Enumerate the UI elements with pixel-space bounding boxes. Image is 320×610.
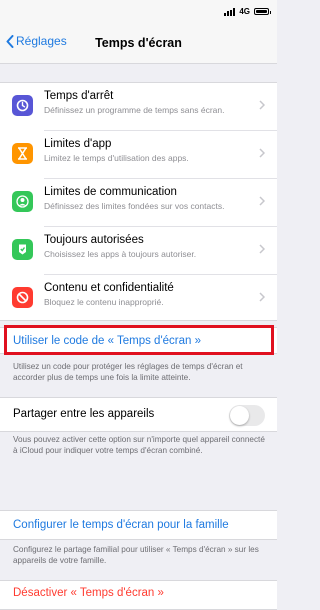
- row-subtitle: Définissez un programme de temps sans éc…: [44, 105, 225, 115]
- settings-list: Temps d'arrêt Définissez un programme de…: [0, 82, 277, 321]
- row-subtitle: Bloquez le contenu inapproprié.: [44, 297, 164, 307]
- passcode-footer: Utilisez un code pour protéger les régla…: [13, 362, 243, 382]
- contact-icon: [12, 191, 33, 212]
- row-title: Toujours autorisées: [44, 234, 144, 246]
- row-title: Limites d'app: [44, 138, 112, 150]
- row-subtitle: Limitez le temps d'utilisation des apps.: [44, 153, 189, 163]
- row-title: Contenu et confidentialité: [44, 282, 174, 294]
- downtime-icon: [12, 95, 33, 116]
- family-row[interactable]: Configurer le temps d'écran pour la fami…: [0, 510, 277, 540]
- settings-row-downtime[interactable]: Temps d'arrêt Définissez un programme de…: [0, 83, 277, 130]
- chevron-right-icon: [259, 292, 265, 302]
- row-subtitle: Choisissez les apps à toujours autoriser…: [44, 249, 197, 259]
- family-footer: Configurez le partage familial pour util…: [13, 545, 259, 565]
- disable-screen-time-button[interactable]: Désactiver « Temps d'écran »: [13, 587, 164, 599]
- status-indicators: 4G: [224, 7, 271, 16]
- share-devices-toggle[interactable]: [229, 405, 265, 426]
- settings-row-always-allowed[interactable]: Toujours autorisées Choisissez les apps …: [0, 227, 277, 274]
- row-title: Limites de communication: [44, 186, 177, 198]
- chevron-right-icon: [259, 244, 265, 254]
- share-devices-row: Partager entre les appareils: [0, 397, 277, 432]
- share-devices-label: Partager entre les appareils: [13, 408, 155, 420]
- chevron-right-icon: [259, 148, 265, 158]
- settings-row-communication-limits[interactable]: Limites de communication Définissez des …: [0, 179, 277, 226]
- highlight-box: [4, 325, 274, 355]
- settings-row-content-privacy[interactable]: Contenu et confidentialité Bloquez le co…: [0, 275, 277, 322]
- status-bar: 4G: [0, 0, 277, 24]
- page-title: Temps d'écran: [95, 36, 182, 50]
- row-subtitle: Définissez des limites fondées sur vos c…: [44, 201, 225, 211]
- chevron-right-icon: [259, 100, 265, 110]
- battery-icon: [254, 8, 271, 15]
- disable-row[interactable]: Désactiver « Temps d'écran »: [0, 580, 277, 610]
- row-title: Temps d'arrêt: [44, 90, 114, 102]
- network-type: 4G: [239, 7, 250, 16]
- configure-family-link[interactable]: Configurer le temps d'écran pour la fami…: [13, 519, 229, 531]
- chevron-right-icon: [259, 196, 265, 206]
- share-footer: Vous pouvez activer cette option sur n'i…: [13, 435, 265, 455]
- navigation-bar: Réglages Temps d'écran: [0, 24, 277, 64]
- checkmark-icon: [12, 239, 33, 260]
- restriction-icon: [12, 287, 33, 308]
- signal-icon: [224, 7, 236, 16]
- hourglass-icon: [12, 143, 33, 164]
- settings-row-app-limits[interactable]: Limites d'app Limitez le temps d'utilisa…: [0, 131, 277, 178]
